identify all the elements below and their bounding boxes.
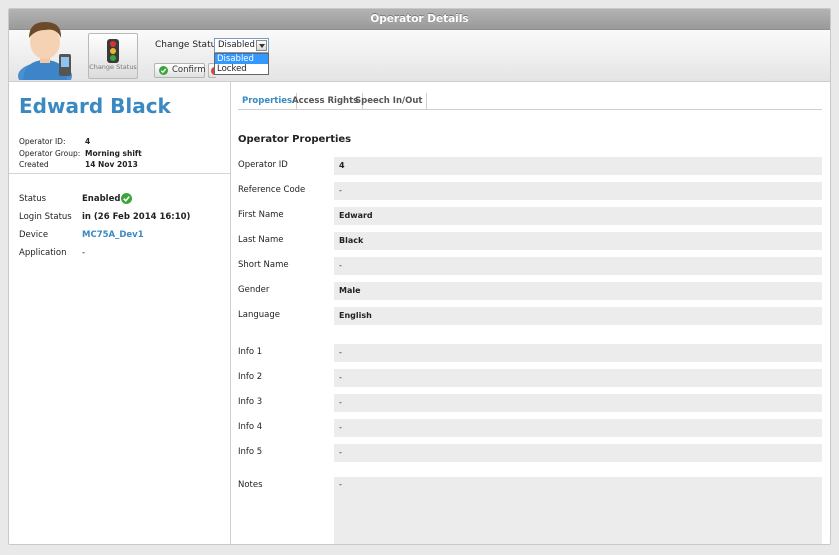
field-label: Info 3 (238, 397, 263, 407)
field-label: Info 2 (238, 372, 263, 382)
change-status-label: Change Status (155, 40, 221, 50)
field-label: Last Name (238, 235, 284, 245)
confirm-button[interactable]: Confirm (154, 63, 206, 78)
language-field: English (334, 307, 822, 325)
operator-name: Edward Black (19, 94, 171, 118)
last-name-field: Black (334, 232, 822, 250)
meta-label: Operator Group: (19, 149, 81, 158)
status-option-disabled[interactable]: Disabled (215, 54, 268, 64)
section-title: Operator Properties (238, 134, 352, 145)
field-label: Info 1 (238, 347, 263, 357)
field-label: Short Name (238, 260, 289, 270)
field-label: Info 4 (238, 422, 263, 432)
meta-value: Morning shift (85, 149, 142, 158)
field-label: Operator ID (238, 160, 288, 170)
meta-label: Operator ID: (19, 137, 66, 146)
change-status-button[interactable]: Change Status (88, 33, 138, 79)
properties-panel: Properties Access Rights Speech In/Out O… (232, 82, 830, 544)
info-5-field: - (334, 444, 822, 462)
info-4-field: - (334, 419, 822, 437)
traffic-light-icon (107, 39, 119, 63)
field-label: Reference Code (238, 185, 306, 195)
meta-value: 4 (85, 137, 91, 146)
device-link[interactable]: MC75A_Dev1 (82, 230, 144, 240)
short-name-field: - (334, 257, 822, 275)
operator-details-window: Operator Details Change Status Change St… (8, 8, 831, 545)
status-label: Status (19, 194, 47, 204)
check-circle-icon (159, 66, 168, 75)
info-3-field: - (334, 394, 822, 412)
status-select-value: Disabled (218, 40, 255, 50)
gender-field: Male (334, 282, 822, 300)
application-label: Application (19, 248, 67, 258)
divider (9, 173, 230, 174)
field-label: Notes (238, 480, 263, 490)
chevron-down-icon[interactable] (256, 40, 267, 51)
login-status-label: Login Status (19, 212, 72, 222)
check-circle-icon (121, 193, 132, 204)
meta-value: 14 Nov 2013 (85, 160, 138, 169)
application-value: - (82, 248, 86, 258)
field-label: Info 5 (238, 447, 263, 457)
field-label: Language (238, 310, 280, 320)
status-value: Enabled (82, 194, 121, 204)
device-label: Device (19, 230, 49, 240)
notes-field: - (334, 477, 822, 544)
reference-code-field: - (334, 182, 822, 200)
operator-id-field: 4 (334, 157, 822, 175)
tab-bar: Properties Access Rights Speech In/Out (238, 93, 822, 110)
meta-label: Created (19, 160, 49, 169)
status-option-locked[interactable]: Locked (215, 64, 268, 74)
field-label: First Name (238, 210, 284, 220)
window-title: Operator Details (9, 9, 830, 30)
change-status-button-label: Change Status (89, 63, 137, 71)
status-dropdown-list: Disabled Locked (214, 53, 269, 75)
confirm-button-label: Confirm (172, 65, 206, 75)
info-2-field: - (334, 369, 822, 387)
operator-summary-panel: Edward Black Operator ID: 4 Operator Gro… (9, 82, 231, 544)
tab-speech-in-out[interactable]: Speech In/Out (351, 93, 428, 109)
first-name-field: Edward (334, 207, 822, 225)
login-status-value: in (26 Feb 2014 16:10) (82, 212, 191, 222)
field-label: Gender (238, 285, 270, 295)
operator-avatar-icon (18, 22, 72, 80)
status-select[interactable]: Disabled (214, 38, 269, 53)
toolbar: Change Status Change Status Disabled Dis… (9, 22, 830, 82)
info-1-field: - (334, 344, 822, 362)
